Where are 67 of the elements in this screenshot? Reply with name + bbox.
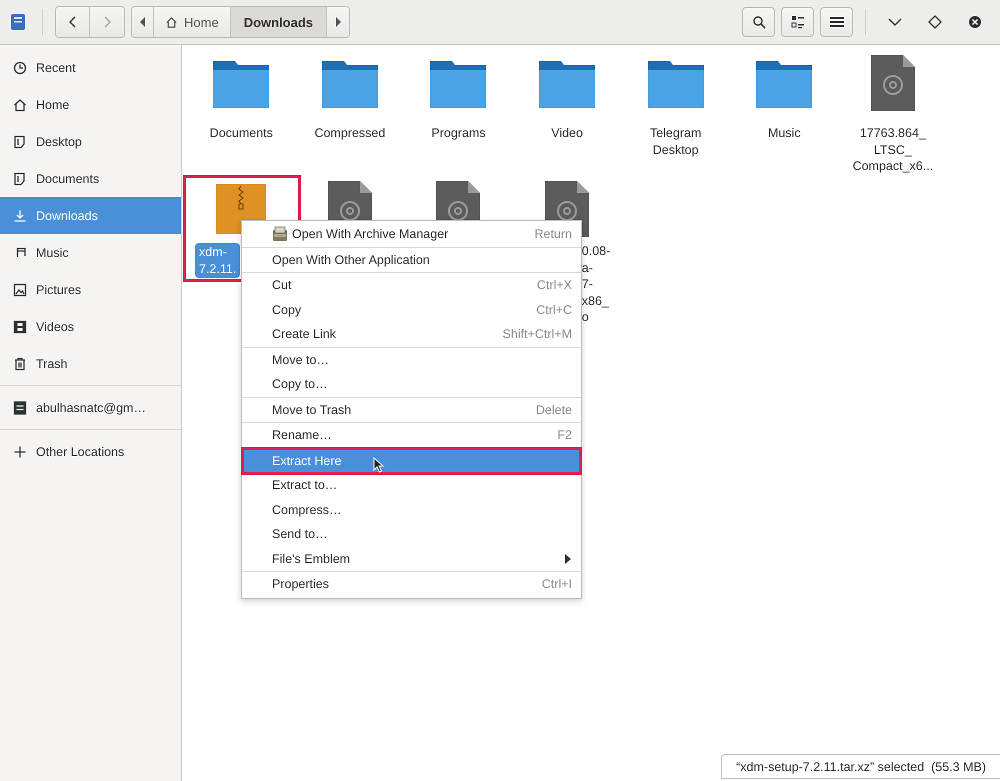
menu-item[interactable]: Properties Ctrl+I — [242, 572, 581, 596]
sidebar-item[interactable]: Trash — [0, 345, 181, 382]
menu-item[interactable]: Extract to… — [242, 473, 581, 498]
scroll-right-button[interactable] — [327, 7, 350, 37]
film-icon — [13, 320, 27, 334]
sidebar-item[interactable]: Videos — [0, 308, 181, 345]
archive-manager-icon — [272, 226, 288, 242]
chevron-left-icon — [68, 15, 78, 29]
file-name[interactable]: Compressed — [311, 125, 388, 142]
sidebar-item[interactable]: Pictures — [0, 271, 181, 308]
trash-icon — [13, 356, 27, 370]
sidebar-item[interactable]: Recent — [0, 49, 181, 86]
menu-item[interactable]: Create Link Shift+Ctrl+M — [242, 322, 581, 346]
view-toggle-button[interactable] — [781, 7, 814, 37]
chevron-down-icon — [888, 17, 902, 27]
disc-image-icon[interactable] — [870, 55, 915, 111]
sidebar-item[interactable]: Music — [0, 234, 181, 271]
selection-status: “xdm-setup-7.2.11.tar.xz” selected (55.3 MB) — [736, 760, 986, 774]
chevron-right-icon — [102, 15, 112, 29]
document-icon — [13, 172, 27, 186]
file-name[interactable]: 0.08- a- 7- x86_ o — [578, 243, 614, 326]
sidebar-item[interactable]: Other Locations — [0, 433, 181, 470]
menu-item[interactable]: Copy Ctrl+C — [242, 298, 581, 322]
path-button[interactable]: Downloads — [230, 7, 328, 37]
menu-icon — [830, 16, 844, 28]
home-path-button[interactable]: Home — [154, 7, 231, 37]
menu-item[interactable]: Rename… F2 — [242, 423, 581, 448]
triangle-left-icon — [140, 17, 146, 27]
search-button[interactable] — [742, 7, 775, 37]
sidebar-item[interactable]: Documents — [0, 160, 181, 197]
mouse-pointer-icon — [373, 456, 385, 472]
file-name[interactable]: Programs — [428, 125, 489, 142]
scroll-left-button[interactable] — [132, 7, 154, 37]
file-name[interactable]: Video — [548, 125, 586, 142]
list-view-icon — [790, 15, 804, 29]
notebook-icon — [10, 13, 26, 31]
drive-icon — [13, 400, 27, 414]
home-icon — [13, 98, 27, 112]
plus-icon — [13, 444, 27, 458]
file-name[interactable]: Telegram Desktop — [646, 125, 704, 158]
sidebar-item[interactable]: Desktop — [0, 123, 181, 160]
clock-icon — [13, 60, 27, 74]
sidebar-item[interactable]: Home — [0, 86, 181, 123]
file-name[interactable]: Music — [764, 125, 804, 142]
menu-item[interactable]: Open With Other Application — [242, 248, 581, 272]
menu-item[interactable]: Compress… — [242, 498, 581, 522]
close-icon — [968, 15, 982, 29]
search-icon — [752, 15, 766, 29]
triangle-right-icon — [335, 17, 342, 27]
image-icon — [13, 282, 27, 296]
menu-button[interactable] — [820, 7, 853, 37]
back-button[interactable] — [56, 7, 90, 37]
submenu-arrow-icon — [565, 554, 571, 564]
menu-item[interactable]: Copy to… — [242, 372, 581, 396]
diamond-icon — [928, 15, 942, 29]
file-name[interactable]: 17763.864_ LTSC_ Compact_x6... — [850, 125, 936, 174]
menu-item[interactable]: Send to… — [242, 522, 581, 546]
document-icon — [13, 134, 27, 148]
menu-item[interactable]: Move to… — [242, 348, 581, 372]
sidebar-item[interactable]: abulhasnatc@gm… — [0, 389, 181, 426]
download-icon — [13, 208, 27, 222]
menu-item[interactable]: Open With Archive Manager Return — [242, 222, 581, 246]
home-icon — [165, 16, 178, 28]
menu-item[interactable]: Cut Ctrl+X — [242, 273, 581, 298]
menu-item[interactable]: File's Emblem — [242, 546, 581, 571]
file-name[interactable]: Documents — [206, 125, 276, 142]
menu-item[interactable]: Move to Trash Delete — [242, 398, 581, 422]
